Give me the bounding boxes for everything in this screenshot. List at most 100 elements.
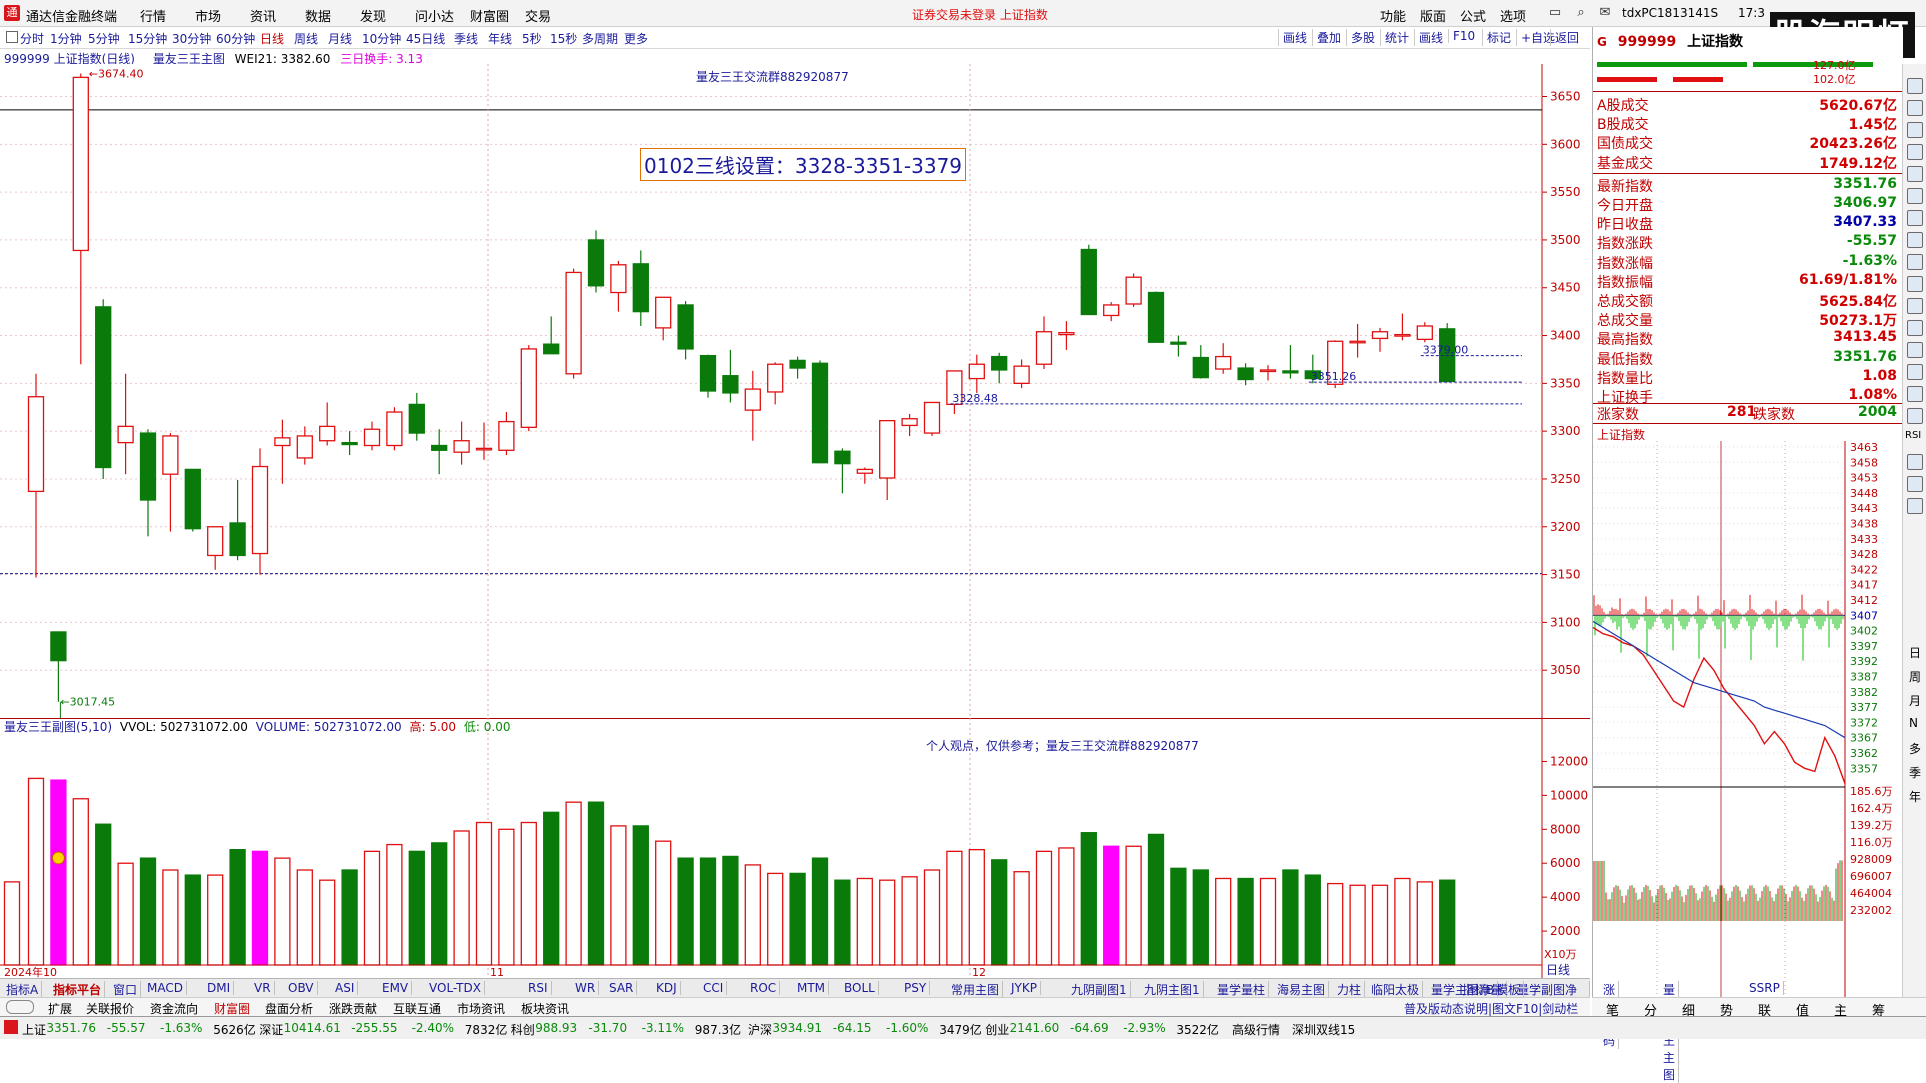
tool-icon-14[interactable] (1907, 386, 1923, 402)
period-0[interactable]: 分时 (20, 30, 44, 47)
indicator-24[interactable]: 海易主图 (1277, 981, 1330, 998)
intraday-mini-chart[interactable]: 3463 3458 3453 3448 3443 3438 3433 3428 3422 3417… (1593, 441, 1903, 1013)
menu-4[interactable]: 发现 (360, 6, 386, 25)
indicator-11[interactable]: WR (575, 981, 600, 995)
ext-item-4[interactable]: 盘面分析 (265, 1000, 313, 1017)
strip-4[interactable]: 多 (1909, 740, 1921, 757)
right-menu-1[interactable]: 版面 (1420, 6, 1446, 25)
period-6[interactable]: 日线 (260, 30, 284, 47)
tool-icon-10[interactable] (1907, 298, 1923, 314)
menu-2[interactable]: 资讯 (250, 6, 276, 25)
ext-item-3[interactable]: 财富圈 (214, 1000, 250, 1017)
indicator-6[interactable]: OBV (288, 981, 318, 995)
period-2[interactable]: 5分钟 (88, 30, 120, 47)
toolbar-2[interactable]: 多股 (1346, 29, 1375, 46)
indicator-right-1[interactable]: 模板 (1496, 981, 1525, 998)
toolbar-6[interactable]: 标记 (1482, 29, 1511, 46)
indicator-17[interactable]: BOLL (844, 981, 879, 995)
tool-icon-8[interactable] (1907, 254, 1923, 270)
toolbar-5[interactable]: F10 (1448, 29, 1475, 43)
menu-1[interactable]: 市场 (195, 6, 221, 25)
rsi-label[interactable]: RSI (1905, 430, 1921, 441)
period-3[interactable]: 15分钟 (128, 30, 167, 47)
period-16[interactable]: 更多 (624, 30, 648, 47)
ext-item-1[interactable]: 关联报价 (86, 1000, 134, 1017)
toolbar-3[interactable]: 统计 (1380, 29, 1409, 46)
vol-formula[interactable]: 量友三王副图(5,10) (4, 720, 112, 734)
indicator-10[interactable]: RSI (528, 981, 552, 995)
indicator-8[interactable]: EMV (382, 981, 413, 995)
right-menu-0[interactable]: 功能 (1380, 6, 1406, 25)
indicator-21[interactable]: 九阴副图1 (1071, 981, 1131, 998)
period-4[interactable]: 30分钟 (172, 30, 211, 47)
tool-icon-b1[interactable] (1907, 476, 1923, 492)
tool-icon-13[interactable] (1907, 364, 1923, 380)
indicator-7[interactable]: ASI (335, 981, 359, 995)
indicator-3[interactable]: MACD (147, 981, 187, 995)
status-right-1[interactable]: 深圳双线15 (1292, 1021, 1355, 1038)
right-menu-3[interactable]: 选项 (1500, 6, 1526, 25)
indicator-22[interactable]: 九阴主图1 (1144, 981, 1204, 998)
period-8[interactable]: 月线 (328, 30, 352, 47)
ext-item-6[interactable]: 互联互通 (393, 1000, 441, 1017)
search-icon[interactable]: ⌕ (1572, 4, 1590, 22)
period-13[interactable]: 5秒 (522, 30, 542, 47)
indicator-19[interactable]: 常用主图 (951, 981, 1004, 998)
tool-icon-12[interactable] (1907, 342, 1923, 358)
ext-item-2[interactable]: 资金流向 (150, 1000, 198, 1017)
strip-2[interactable]: 月 (1909, 692, 1921, 709)
strip-1[interactable]: 周 (1909, 668, 1921, 685)
menu-0[interactable]: 行情 (140, 6, 166, 25)
strip-0[interactable]: 日 (1909, 644, 1921, 661)
strip-3[interactable]: N (1909, 716, 1918, 730)
ext-item-0[interactable]: 扩展 (48, 1000, 72, 1017)
period-7[interactable]: 周线 (294, 30, 318, 47)
menu-3[interactable]: 数据 (305, 6, 331, 25)
menu-5[interactable]: 问小达 (415, 6, 454, 25)
period-12[interactable]: 年线 (488, 30, 512, 47)
strip-5[interactable]: 季 (1909, 764, 1921, 781)
tool-icon-b0[interactable] (1907, 454, 1923, 470)
period-11[interactable]: 季线 (454, 30, 478, 47)
period-9[interactable]: 10分钟 (362, 30, 401, 47)
ext-toggle-icon[interactable] (6, 1000, 34, 1014)
mail-icon[interactable]: ✉ (1596, 4, 1614, 22)
indicator-18[interactable]: PSY (904, 981, 931, 995)
indicator-5[interactable]: VR (254, 981, 275, 995)
ext-item-8[interactable]: 板块资讯 (521, 1000, 569, 1017)
indicator-1[interactable]: 指标平台 (53, 981, 106, 998)
minimize-icon[interactable]: ▭ (1546, 4, 1564, 22)
indicator-14[interactable]: CCI (703, 981, 728, 995)
menu-6[interactable]: 财富圈 (470, 6, 509, 25)
indicator-26[interactable]: 临阳太极 (1371, 981, 1424, 998)
tool-icon-15[interactable] (1907, 408, 1923, 424)
indicator-4[interactable]: DMI (207, 981, 235, 995)
ext-item-7[interactable]: 市场资讯 (457, 1000, 505, 1017)
indicator-25[interactable]: 力柱 (1337, 981, 1366, 998)
tool-icon-b2[interactable] (1907, 498, 1923, 514)
indicator-9[interactable]: VOL-TDX (429, 981, 485, 995)
ext-right[interactable]: 普及版动态说明|图文F10|剑动栏 (1404, 1000, 1578, 1017)
indicator-31[interactable]: SSRP (1749, 981, 1784, 995)
tool-icon-7[interactable] (1907, 232, 1923, 248)
tool-icon-6[interactable] (1907, 210, 1923, 226)
tool-icon-2[interactable] (1907, 122, 1923, 138)
right-menu-2[interactable]: 公式 (1460, 6, 1486, 25)
toolbar-8[interactable]: 返回 (1550, 29, 1579, 46)
indicator-right-0[interactable]: 指标B (1462, 981, 1499, 998)
tool-icon-9[interactable] (1907, 276, 1923, 292)
period-10[interactable]: 45日线 (406, 30, 445, 47)
tool-icon-3[interactable] (1907, 144, 1923, 160)
ext-item-5[interactable]: 涨跌贡献 (329, 1000, 377, 1017)
volume-chart[interactable]: 12000 10000 8000 6000 4000 2000 2024年10 11 12 X10… (0, 718, 1590, 978)
tool-icon-1[interactable] (1907, 100, 1923, 116)
menu-7[interactable]: 交易 (525, 6, 551, 25)
indicator-2[interactable]: 窗口 (113, 981, 142, 998)
indicator-13[interactable]: KDJ (656, 981, 681, 995)
tool-icon-4[interactable] (1907, 166, 1923, 182)
period-5[interactable]: 60分钟 (216, 30, 255, 47)
indicator-16[interactable]: MTM (797, 981, 830, 995)
tool-icon-0[interactable] (1907, 78, 1923, 94)
indicator-15[interactable]: ROC (750, 981, 781, 995)
toolbar-1[interactable]: 叠加 (1312, 29, 1341, 46)
